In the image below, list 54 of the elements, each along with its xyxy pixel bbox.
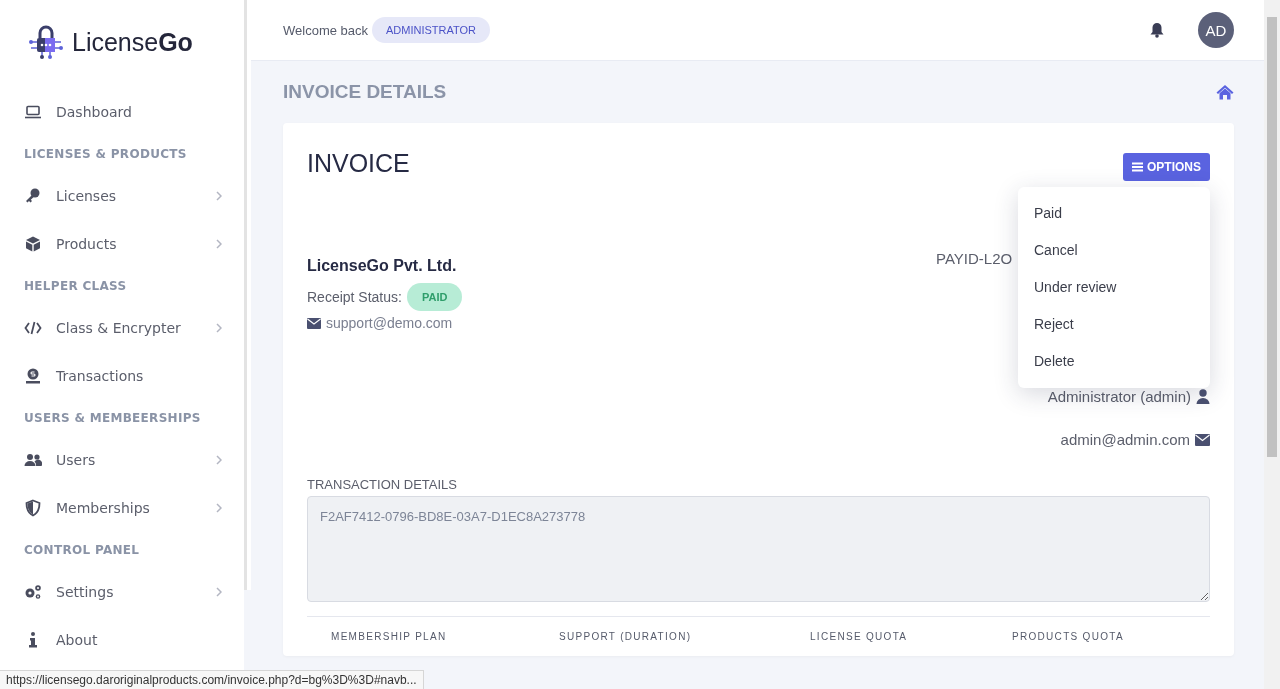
customer-name: Administrator (admin) [1047,388,1191,405]
menu-item[interactable]: Reject [1018,306,1210,343]
sidebar-section-heading: HELPER CLASS [23,278,128,295]
sidebar-item[interactable]: Products [0,220,244,268]
status-badge: PAID [406,283,463,311]
envelope-icon [307,317,321,329]
browser-status-url: https://licensego.daroriginalproducts.com/invoice.php?d=bg%3D%3D#navb... [0,670,424,689]
sidebar-item[interactable]: Transactions [0,352,244,400]
sidebar-item[interactable]: Users [0,436,244,484]
code-icon [24,319,42,337]
brand-name: LicenseGo [72,27,193,57]
options-button[interactable]: OPTIONS [1123,153,1210,181]
scrollbar[interactable] [1264,0,1280,689]
sidebar-section-heading: LICENSES & PRODUCTS [23,146,188,163]
sidebar-item[interactable]: About [0,616,244,664]
payment-id: PAYID-L2O [936,250,1013,267]
role-badge: ADMINISTRATOR [372,17,491,43]
menu-item[interactable]: Paid [1018,195,1210,232]
users-icon [24,451,42,469]
notification-bell-icon[interactable] [1150,22,1164,38]
column-header: LICENSE QUOTA [810,631,909,642]
welcome-text: Welcome back [283,22,368,38]
menu-icon [1132,162,1143,172]
sidebar-section-heading: CONTROL PANEL [23,542,141,559]
receipt-status-label: Receipt Status: [307,289,402,305]
user-icon [1196,389,1210,404]
menu-item[interactable]: Delete [1018,343,1210,380]
cube-icon [24,235,42,253]
sidebar-item[interactable]: Licenses [0,172,244,220]
circuit-lock-logo-icon [28,24,64,60]
company-email: support@demo.com [326,315,453,331]
sidebar-scrollbar[interactable] [244,0,251,590]
home-icon[interactable] [1216,84,1234,100]
sidebar-section-heading: USERS & MEMBEERSHIPS [23,410,202,427]
sidebar-item[interactable]: Class & Encrypter [0,304,244,352]
column-header: SUPPORT (DURATION) [559,631,693,642]
envelope-icon [1195,433,1210,446]
user-avatar[interactable]: AD [1198,12,1234,48]
sidebar-item[interactable]: Memberships [0,484,244,532]
sidebar-item[interactable]: Settings [0,568,244,616]
company-name: LicenseGo Pvt. Ltd. [307,257,458,275]
coin-icon [24,367,42,385]
column-header: MEMBERSHIP PLAN [331,631,448,642]
key-icon [24,187,42,205]
invoice-title: INVOICE [307,149,410,178]
sidebar-item[interactable]: Dashboard [0,88,244,136]
column-header: PRODUCTS QUOTA [1012,631,1125,642]
shield-icon [24,499,42,517]
transaction-details-label: TRANSACTION DETAILS [307,477,458,492]
page-title: INVOICE DETAILS [283,81,447,103]
menu-item[interactable]: Cancel [1018,232,1210,269]
customer-email: admin@admin.com [1060,431,1190,448]
laptop-icon [24,103,42,121]
menu-item[interactable]: Under review [1018,269,1210,306]
